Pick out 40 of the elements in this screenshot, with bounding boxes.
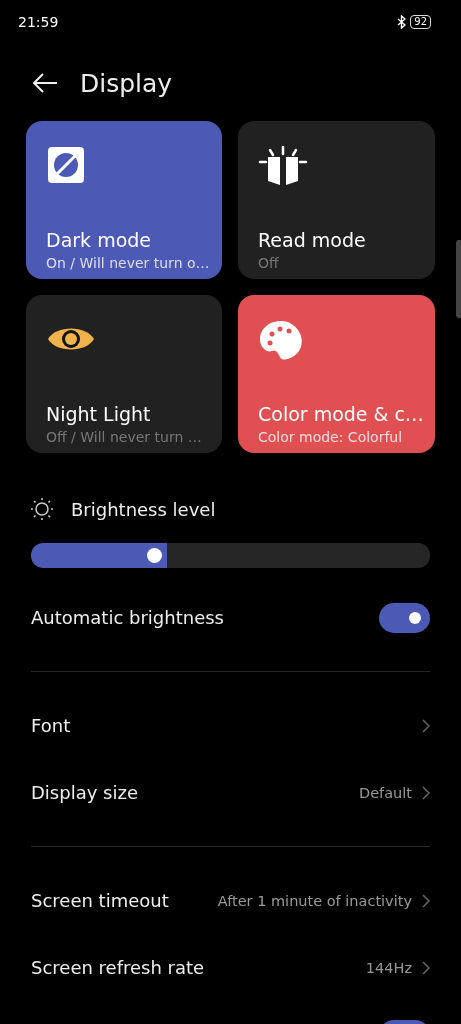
- setting-row[interactable]: Screen refresh rate 144Hz: [31, 934, 430, 1001]
- setting-tile[interactable]: Read mode Off: [238, 121, 435, 279]
- tile-subtitle: On / Will never turn o…: [46, 255, 211, 271]
- setting-row[interactable]: Screen timeout After 1 minute of inactivity: [31, 867, 430, 934]
- palette-icon: [258, 319, 304, 361]
- chevron-right-icon[interactable]: [422, 960, 430, 975]
- setting-tile[interactable]: Dark mode On / Will never turn o…: [26, 121, 222, 279]
- book-light-icon: [258, 145, 308, 187]
- back-arrow-icon[interactable]: [32, 73, 58, 93]
- setting-value: 144Hz: [365, 959, 412, 976]
- sun-icon: [31, 498, 53, 520]
- battery-indicator: 92: [410, 15, 431, 29]
- setting-tile[interactable]: Color mode & c… Color mode: Colorful: [238, 295, 435, 453]
- tile-subtitle: Off / Will never turn …: [46, 429, 203, 445]
- tile-title: Read mode: [258, 229, 367, 251]
- setting-value: After 1 minute of inactivity: [217, 892, 412, 909]
- setting-label: Automatic brightness: [31, 607, 224, 628]
- chevron-right-icon[interactable]: [422, 718, 430, 733]
- tile-title: Night Light: [46, 403, 152, 425]
- setting-tile[interactable]: Night Light Off / Will never turn …: [26, 295, 222, 453]
- dark-mode-icon: [46, 145, 86, 185]
- setting-label: Screen timeout: [31, 890, 169, 911]
- setting-row[interactable]: Font: [31, 692, 430, 759]
- setting-row[interactable]: Display size Default: [31, 759, 430, 826]
- tile-title: Dark mode: [46, 229, 152, 251]
- chevron-right-icon[interactable]: [422, 785, 430, 800]
- brightness-slider[interactable]: [31, 543, 430, 568]
- toggle-switch[interactable]: [379, 602, 430, 633]
- setting-label: Display size: [31, 782, 138, 803]
- bluetooth-icon: [397, 15, 407, 29]
- tile-subtitle: Off: [258, 255, 280, 271]
- setting-label: Screen refresh rate: [31, 957, 205, 978]
- page-title: Display: [80, 68, 173, 98]
- chevron-right-icon[interactable]: [422, 893, 430, 908]
- setting-label: Font: [31, 715, 71, 736]
- clock: 21:59: [18, 14, 59, 30]
- brightness-label: Brightness level: [71, 498, 216, 520]
- tile-title: Color mode & c…: [258, 403, 425, 425]
- tile-subtitle: Color mode: Colorful: [258, 429, 404, 445]
- setting-value: Default: [359, 784, 412, 801]
